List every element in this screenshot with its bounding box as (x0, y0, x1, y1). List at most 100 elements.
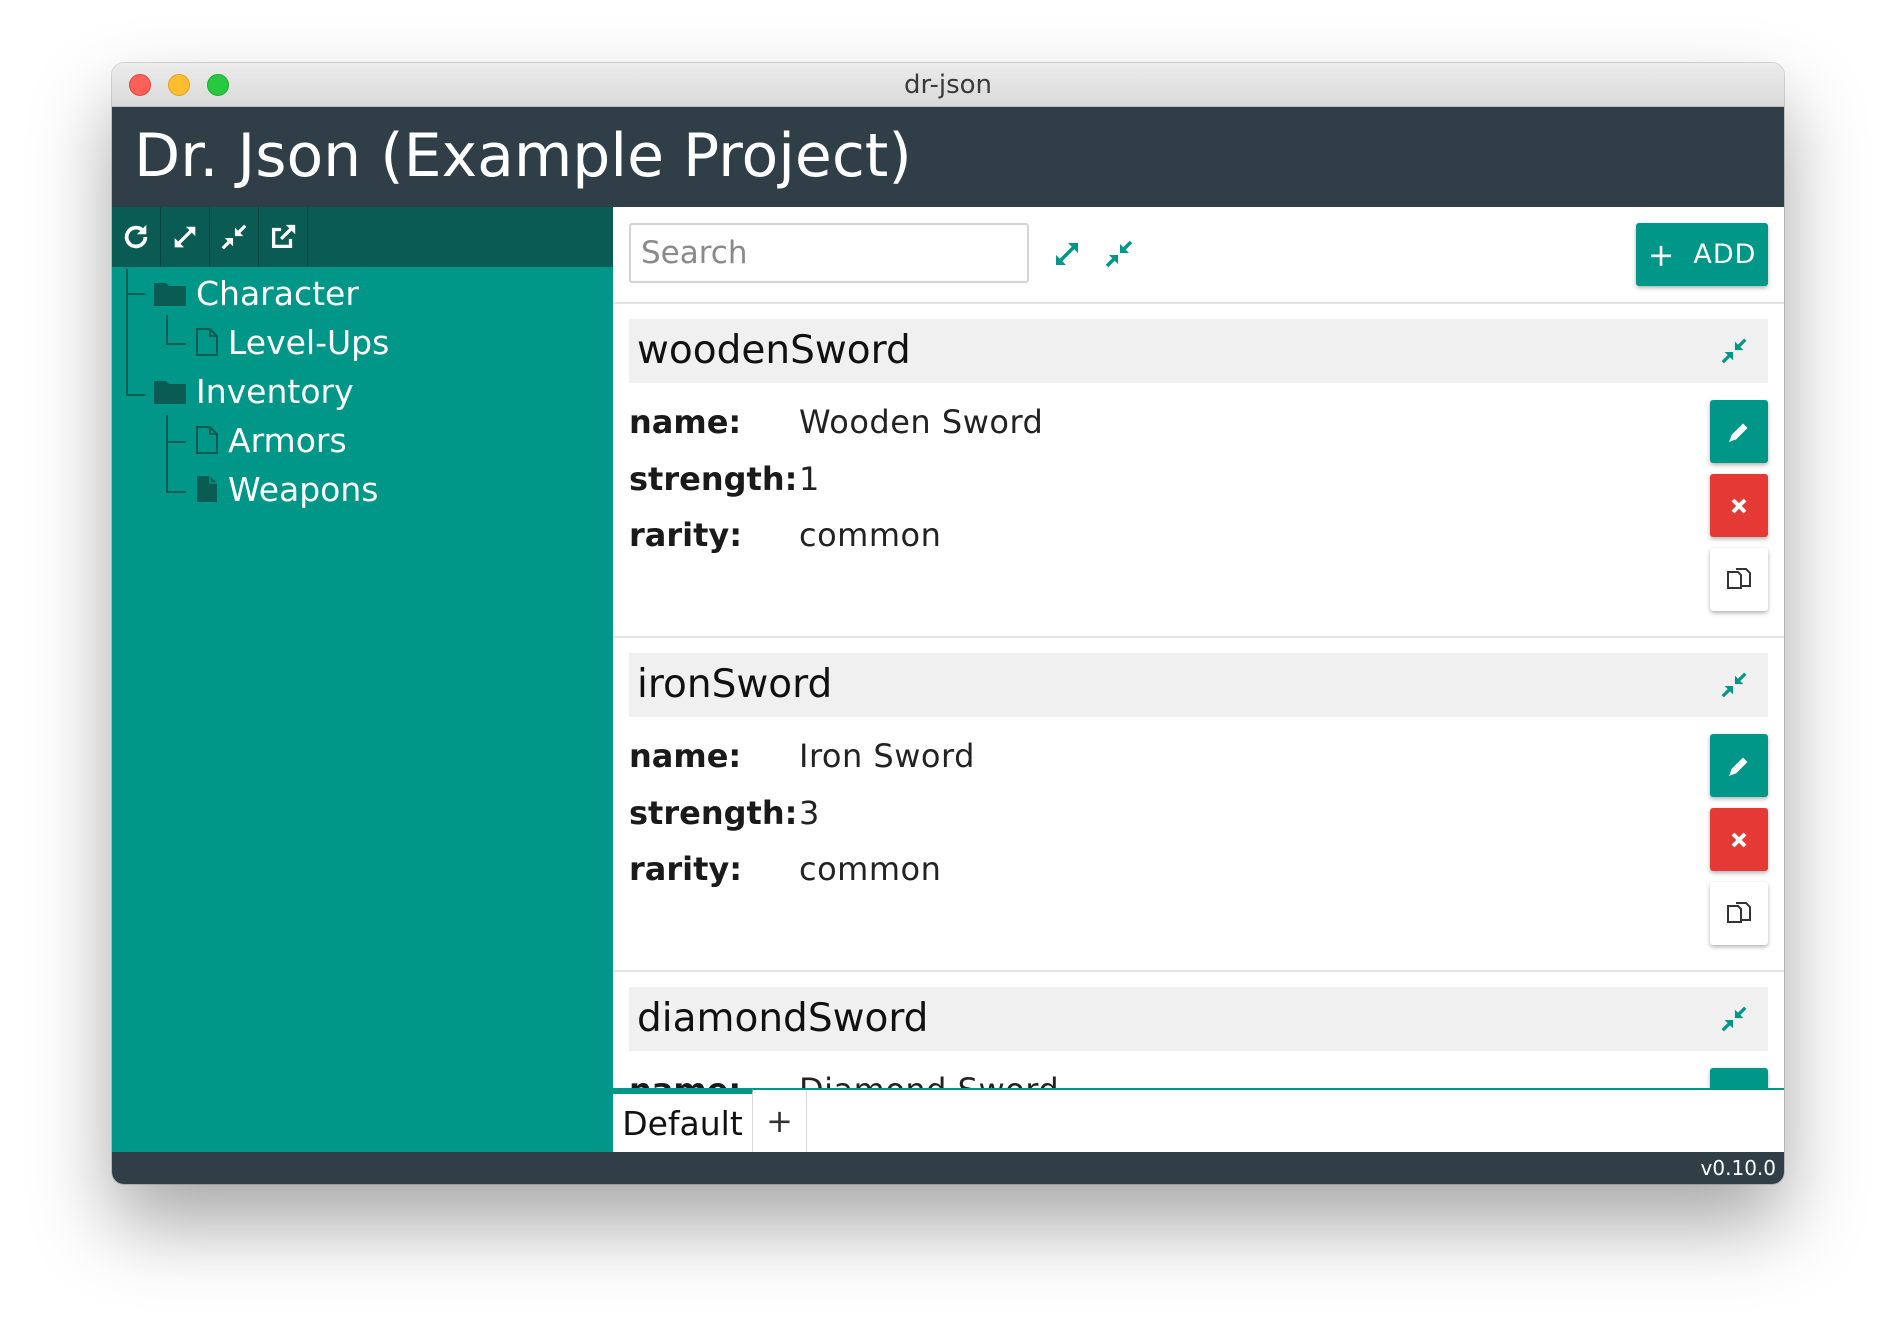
close-icon (1731, 832, 1747, 847)
tree-connector (126, 394, 146, 396)
file-icon (196, 328, 218, 356)
collapse-all-icon (221, 224, 247, 250)
tree-connector (166, 415, 168, 493)
tree-connector (166, 491, 186, 493)
plus-icon: + (1647, 235, 1676, 274)
duplicate-button[interactable] (1710, 548, 1768, 611)
tree-connector (166, 441, 186, 443)
search-input[interactable] (629, 223, 1029, 283)
title-bar: dr-json (112, 63, 1784, 107)
record-header[interactable]: woodenSword (629, 319, 1768, 383)
record-field: name: Iron Sword (629, 732, 975, 780)
tree-item-inventory[interactable]: Inventory (154, 369, 354, 413)
field-key: name: (629, 403, 742, 441)
add-tab-button[interactable]: + (753, 1090, 807, 1152)
file-filled-icon (196, 475, 218, 503)
tree-connector (126, 293, 146, 295)
field-value: Diamond Sword (799, 1071, 1059, 1088)
tree-connector (166, 343, 186, 345)
record-field: strength: 1 (629, 455, 820, 503)
add-button[interactable]: + ADD (1636, 223, 1768, 286)
refresh-button[interactable] (112, 207, 161, 267)
tree-item-label: Armors (228, 420, 347, 460)
close-icon (1731, 498, 1747, 513)
tree-item-character[interactable]: Character (154, 271, 359, 315)
edit-button[interactable] (1710, 1068, 1768, 1088)
field-key: strength: (629, 794, 798, 832)
field-key: name: (629, 1071, 799, 1088)
version-label: v0.10.0 (1700, 1156, 1776, 1180)
collapse-all-button[interactable] (210, 207, 259, 267)
collapse-records-button[interactable] (1097, 232, 1141, 276)
folder-icon (154, 378, 186, 404)
record-field: name: Diamond Sword (629, 1066, 1059, 1088)
main-toolbar: + ADD (613, 207, 1784, 304)
record-title: ironSword (637, 662, 833, 707)
tree-item-label: Character (196, 273, 359, 313)
open-external-icon (271, 224, 296, 249)
field-value: common (799, 850, 942, 888)
record-field: rarity: common (629, 511, 941, 559)
collapse-icon (1105, 240, 1133, 268)
delete-button[interactable] (1710, 474, 1768, 537)
copy-icon (1727, 567, 1751, 589)
expand-all-icon (174, 226, 196, 248)
record-card: ironSword name: Iron Sword strength: 3 r… (613, 638, 1784, 972)
field-key: name: (629, 737, 742, 775)
record-field: strength: 3 (629, 789, 820, 837)
expand-all-button[interactable] (161, 207, 210, 267)
file-icon (196, 426, 218, 454)
edit-button[interactable] (1710, 734, 1768, 797)
field-value: common (799, 516, 942, 554)
tree-item-label: Level-Ups (228, 322, 390, 362)
main-panel: + ADD woodenSword name: Wooden S (613, 207, 1784, 1088)
copy-icon (1727, 901, 1751, 923)
sidebar: Character Level-Ups Inventory Armors Wea… (112, 207, 613, 1152)
record-field: rarity: common (629, 845, 941, 893)
expand-records-button[interactable] (1045, 232, 1089, 276)
refresh-icon (124, 224, 148, 249)
field-key: strength: (629, 460, 798, 498)
record-title: diamondSword (637, 996, 929, 1041)
record-collapse-button[interactable] (1712, 663, 1756, 707)
field-value: Iron Sword (799, 737, 975, 775)
pencil-icon (1729, 423, 1748, 442)
record-card: woodenSword name: Wooden Sword strength:… (613, 304, 1784, 638)
collapse-icon (1721, 338, 1747, 364)
tree-connector (166, 315, 168, 345)
app-title: Dr. Json (Example Project) (134, 121, 912, 191)
record-header[interactable]: ironSword (629, 653, 1768, 717)
field-key: rarity: (629, 516, 743, 554)
tree-item-level-ups[interactable]: Level-Ups (196, 320, 389, 364)
add-button-label: ADD (1693, 239, 1757, 270)
delete-button[interactable] (1710, 808, 1768, 871)
record-collapse-button[interactable] (1712, 329, 1756, 373)
folder-icon (154, 280, 186, 306)
tree-item-label: Inventory (196, 371, 354, 411)
duplicate-button[interactable] (1710, 882, 1768, 945)
tab-default[interactable]: Default (613, 1088, 753, 1152)
record-header[interactable]: diamondSword (629, 987, 1768, 1051)
record-collapse-button[interactable] (1712, 997, 1756, 1041)
collapse-icon (1721, 672, 1747, 698)
tree-item-armors[interactable]: Armors (196, 418, 347, 462)
sidebar-toolbar (112, 207, 613, 267)
expand-icon (1056, 243, 1078, 265)
collapse-icon (1721, 1006, 1747, 1032)
app-window: dr-json Dr. Json (Example Project) Chara… (112, 63, 1784, 1184)
app-header: Dr. Json (Example Project) (112, 107, 1784, 207)
record-title: woodenSword (637, 328, 911, 373)
tree-item-label: Weapons (228, 469, 379, 509)
record-card: diamondSword name: Diamond Sword (613, 972, 1784, 1088)
tabs-bar: Default + (613, 1088, 1784, 1152)
record-field: name: Wooden Sword (629, 398, 1043, 446)
open-external-button[interactable] (259, 207, 308, 267)
status-bar: v0.10.0 (112, 1152, 1784, 1184)
window-title: dr-json (903, 70, 993, 100)
field-key: rarity: (629, 850, 743, 888)
field-value: 3 (799, 794, 820, 832)
tree-connector (126, 269, 128, 396)
edit-button[interactable] (1710, 400, 1768, 463)
tree-item-weapons[interactable]: Weapons (196, 467, 378, 511)
field-value: Wooden Sword (799, 403, 1044, 441)
